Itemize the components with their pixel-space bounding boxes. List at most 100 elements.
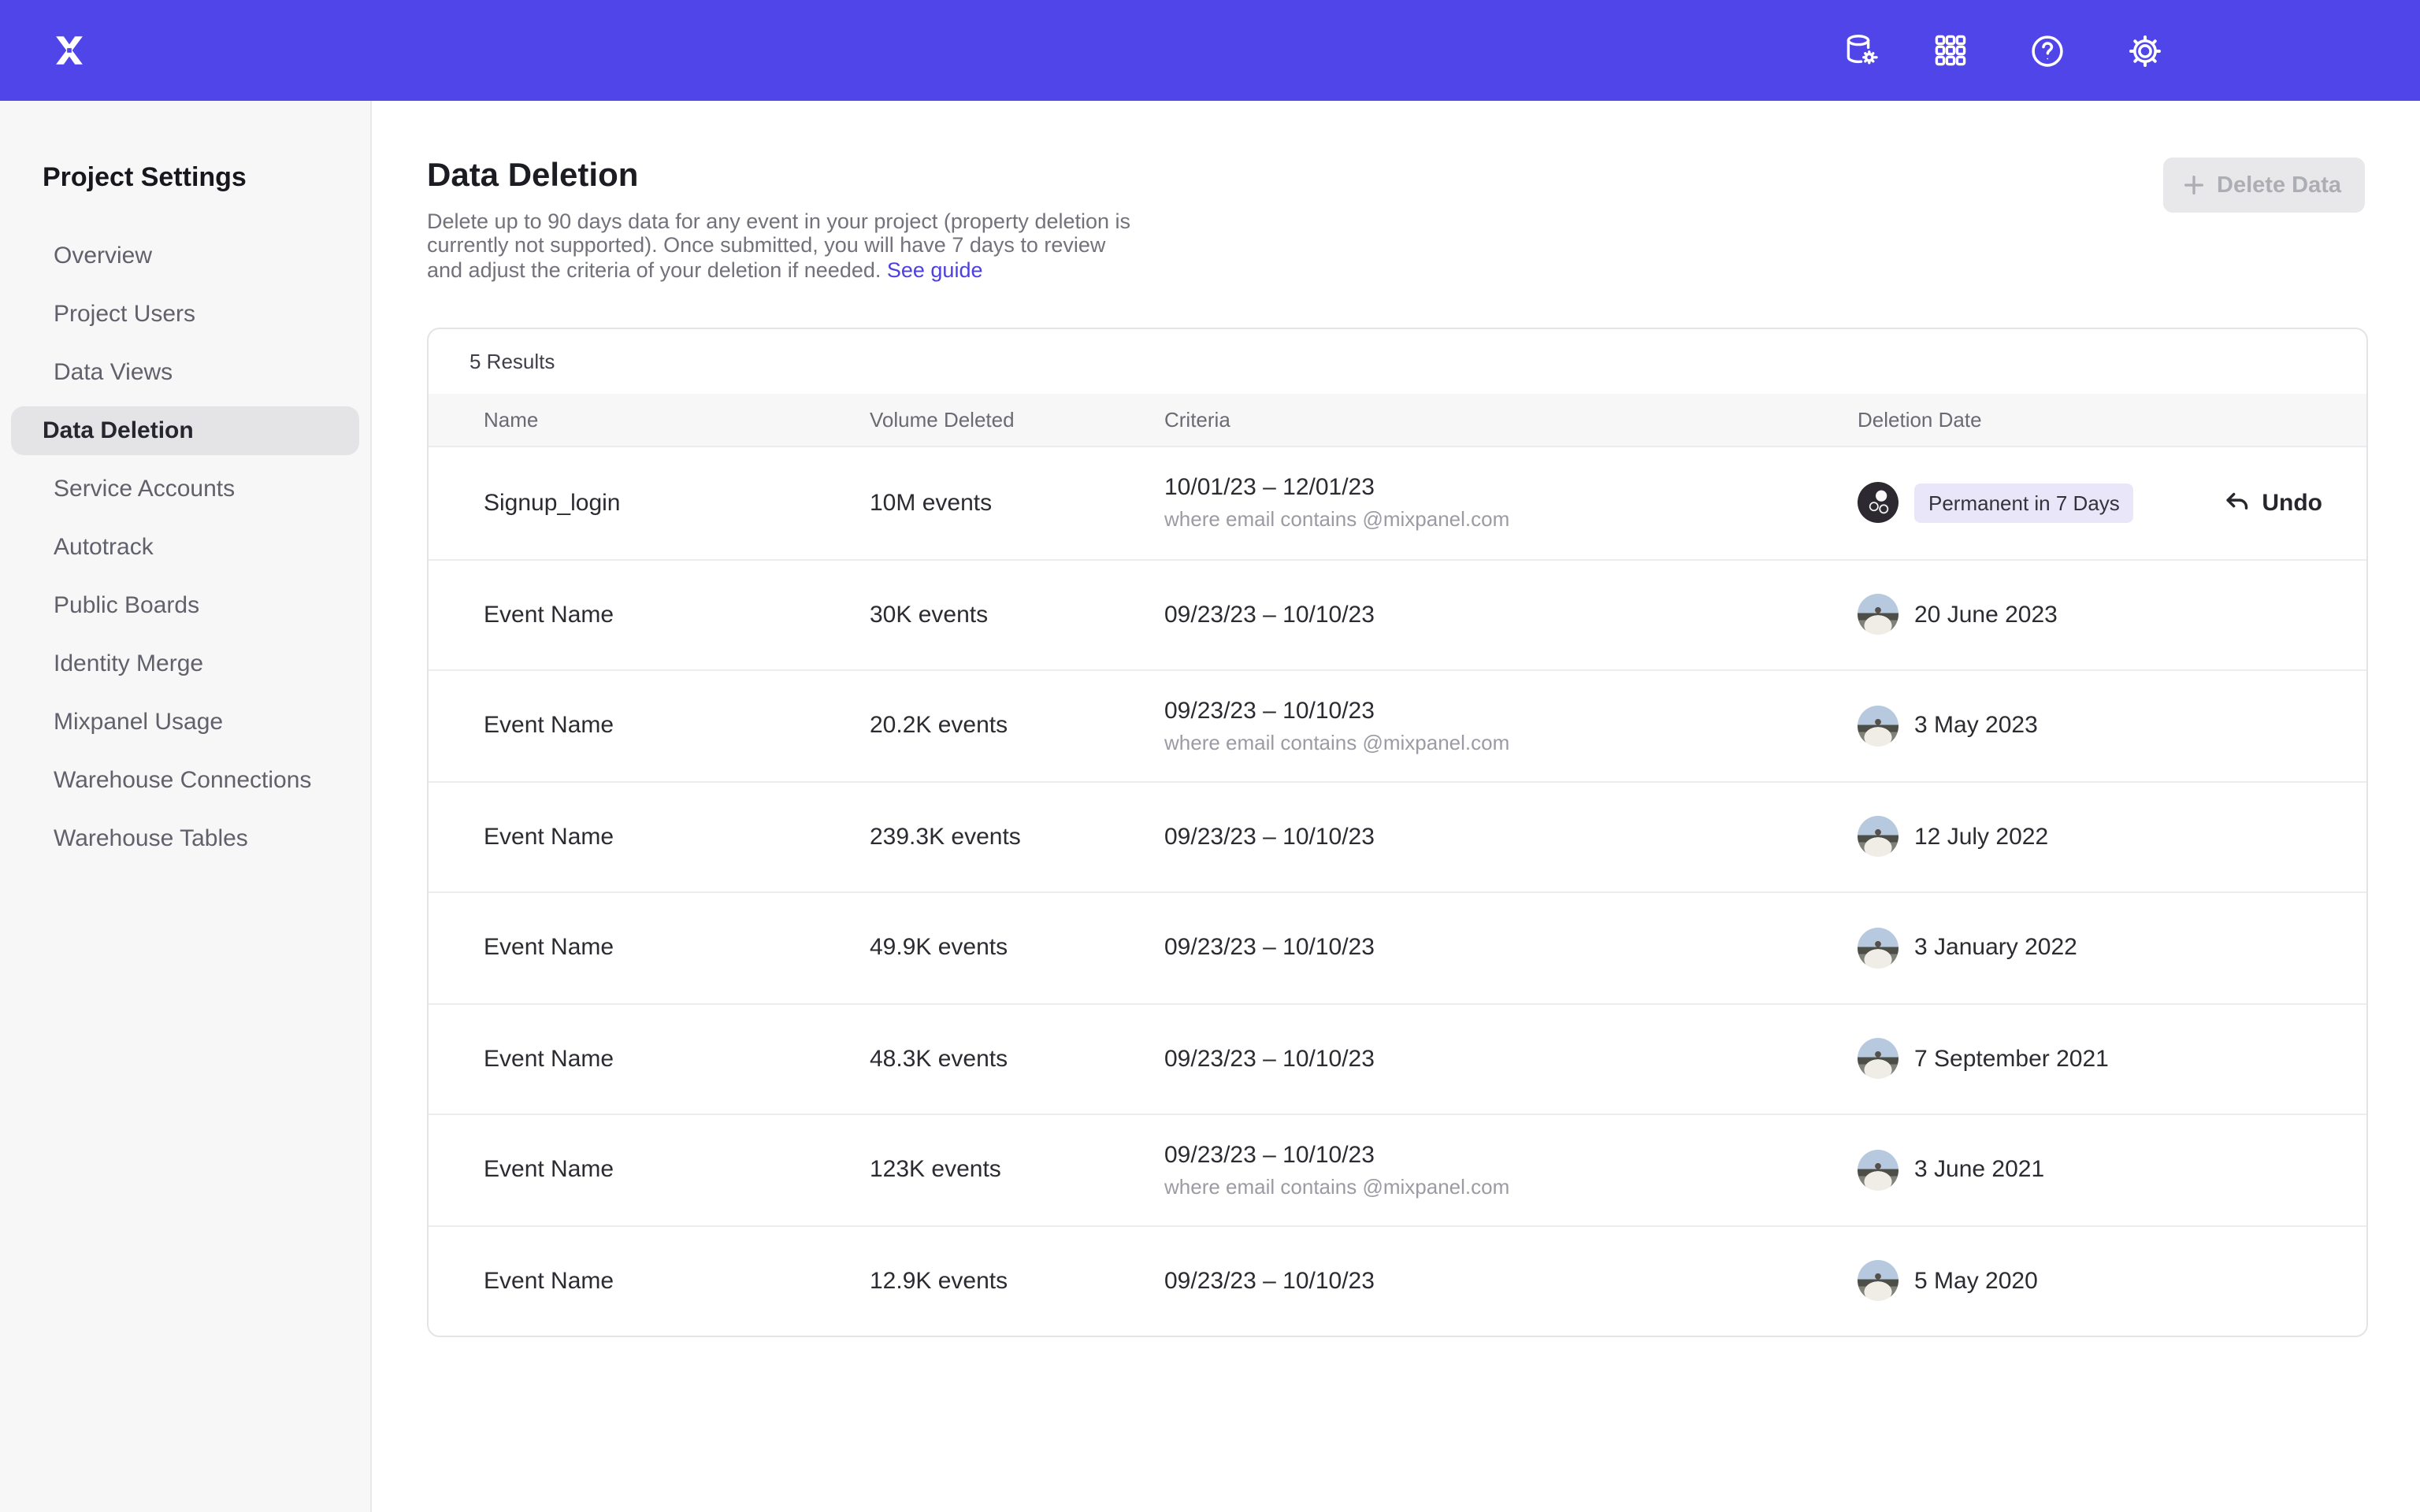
- avatar: [1858, 1261, 1899, 1302]
- criteria-range: 10/01/23 – 12/01/23: [1164, 475, 1858, 502]
- criteria-range: 09/23/23 – 10/10/23: [1164, 824, 1858, 850]
- table-row: Event Name 20.2K events 09/23/23 – 10/10…: [429, 669, 2366, 780]
- row-name: Event Name: [484, 602, 870, 628]
- deletion-date-text: 3 January 2022: [1914, 935, 2077, 962]
- sidebar-nav: Overview Project Users Data Views Data D…: [0, 227, 370, 868]
- sidebar-item-project-users[interactable]: Project Users: [11, 285, 359, 343]
- criteria-range: 09/23/23 – 10/10/23: [1164, 602, 1858, 628]
- table-row: Event Name 123K events 09/23/23 – 10/10/…: [429, 1114, 2366, 1225]
- row-name: Event Name: [484, 1268, 870, 1295]
- topbar: [0, 0, 2420, 101]
- undo-button-label: Undo: [2262, 490, 2322, 517]
- row-name: Event Name: [484, 1157, 870, 1184]
- row-deletion-date: 3 May 2023: [1858, 706, 2366, 747]
- plus-icon: [2182, 173, 2206, 197]
- row-volume: 20.2K events: [870, 713, 1164, 739]
- row-deletion-date: 3 January 2022: [1858, 928, 2366, 969]
- column-header-name: Name: [484, 408, 870, 432]
- criteria-range: 09/23/23 – 10/10/23: [1164, 1268, 1858, 1295]
- row-deletion-date: 7 September 2021: [1858, 1039, 2366, 1080]
- column-header-deletion-date: Deletion Date: [1858, 408, 2366, 432]
- table-row: Signup_login 10M events 10/01/23 – 12/01…: [429, 447, 2366, 558]
- deletion-date-text: 3 June 2021: [1914, 1157, 2044, 1184]
- deletion-date-text: 20 June 2023: [1914, 602, 2058, 628]
- sidebar-item-public-boards[interactable]: Public Boards: [11, 576, 359, 635]
- mixpanel-x-logo-icon: [49, 30, 90, 71]
- row-name: Signup_login: [484, 490, 870, 517]
- row-criteria: 10/01/23 – 12/01/23 where email contains…: [1164, 475, 1858, 532]
- table-header: Name Volume Deleted Criteria Deletion Da…: [429, 394, 2366, 447]
- row-deletion-date: 3 June 2021: [1858, 1150, 2366, 1191]
- results-count: 5 Results: [429, 329, 2366, 394]
- row-criteria: 09/23/23 – 10/10/23 where email contains…: [1164, 1142, 1858, 1199]
- avatar: [1858, 817, 1899, 858]
- table-row: Event Name 48.3K events 09/23/23 – 10/10…: [429, 1002, 2366, 1114]
- row-volume: 30K events: [870, 602, 1164, 628]
- row-deletion-date: 12 July 2022: [1858, 817, 2366, 858]
- table-row: Event Name 239.3K events 09/23/23 – 10/1…: [429, 780, 2366, 891]
- row-volume: 12.9K events: [870, 1268, 1164, 1295]
- deletion-date-text: 7 September 2021: [1914, 1046, 2109, 1073]
- row-criteria: 09/23/23 – 10/10/23 where email contains…: [1164, 698, 1858, 754]
- data-management-icon[interactable]: [1832, 22, 1889, 79]
- undo-arrow-icon: [2222, 489, 2251, 517]
- avatar: [1858, 595, 1899, 636]
- row-name: Event Name: [484, 1046, 870, 1073]
- avatar: [1858, 1150, 1899, 1191]
- apps-grid-icon[interactable]: [1922, 22, 1979, 79]
- undo-button[interactable]: Undo: [2222, 489, 2322, 517]
- criteria-filter: where email contains @mixpanel.com: [1164, 508, 1858, 532]
- table-row: Event Name 30K events 09/23/23 – 10/10/2…: [429, 558, 2366, 669]
- mixpanel-logo[interactable]: [47, 28, 91, 72]
- settings-gear-icon[interactable]: [2116, 22, 2173, 79]
- row-volume: 49.9K events: [870, 935, 1164, 962]
- avatar: [1858, 483, 1899, 524]
- sidebar: Project Settings Overview Project Users …: [0, 101, 372, 1512]
- criteria-filter: where email contains @mixpanel.com: [1164, 731, 1858, 754]
- criteria-range: 09/23/23 – 10/10/23: [1164, 698, 1858, 724]
- avatar: [1858, 706, 1899, 747]
- row-deletion-date: 20 June 2023: [1858, 595, 2366, 636]
- sidebar-item-warehouse-tables[interactable]: Warehouse Tables: [11, 810, 359, 868]
- sidebar-item-overview[interactable]: Overview: [11, 227, 359, 285]
- row-volume: 123K events: [870, 1157, 1164, 1184]
- sidebar-item-data-views[interactable]: Data Views: [11, 343, 359, 402]
- sidebar-item-warehouse-connections[interactable]: Warehouse Connections: [11, 751, 359, 810]
- sidebar-item-autotrack[interactable]: Autotrack: [11, 518, 359, 576]
- avatar: [1858, 928, 1899, 969]
- deletion-date-text: 5 May 2020: [1914, 1268, 2038, 1295]
- criteria-range: 09/23/23 – 10/10/23: [1164, 935, 1858, 962]
- table-row: Event Name 12.9K events 09/23/23 – 10/10…: [429, 1225, 2366, 1336]
- table-row: Event Name 49.9K events 09/23/23 – 10/10…: [429, 891, 2366, 1002]
- deletion-date-text: 12 July 2022: [1914, 824, 2048, 850]
- criteria-filter: where email contains @mixpanel.com: [1164, 1175, 1858, 1199]
- delete-data-button-label: Delete Data: [2217, 172, 2341, 198]
- avatar: [1858, 1039, 1899, 1080]
- see-guide-link[interactable]: See guide: [887, 258, 983, 281]
- delete-data-button[interactable]: Delete Data: [2163, 158, 2365, 213]
- row-criteria: 09/23/23 – 10/10/23: [1164, 1268, 1858, 1295]
- row-criteria: 09/23/23 – 10/10/23: [1164, 824, 1858, 850]
- criteria-range: 09/23/23 – 10/10/23: [1164, 1142, 1858, 1169]
- sidebar-item-service-accounts[interactable]: Service Accounts: [11, 460, 359, 518]
- column-header-criteria: Criteria: [1164, 408, 1858, 432]
- row-criteria: 09/23/23 – 10/10/23: [1164, 1046, 1858, 1073]
- status-badge: Permanent in 7 Days: [1914, 484, 2134, 523]
- help-icon[interactable]: [2018, 22, 2075, 79]
- page-header: Data Deletion Delete up to 90 days data …: [427, 158, 1136, 282]
- sidebar-item-mixpanel-usage[interactable]: Mixpanel Usage: [11, 693, 359, 751]
- app-root: Project Settings Overview Project Users …: [0, 0, 2420, 1512]
- page-description-text: Delete up to 90 days data for any event …: [427, 209, 1130, 281]
- row-deletion-date: Permanent in 7 Days Undo: [1858, 483, 2366, 524]
- deletion-table-card: 5 Results Name Volume Deleted Criteria D…: [427, 328, 2368, 1337]
- row-volume: 239.3K events: [870, 824, 1164, 850]
- sidebar-item-identity-merge[interactable]: Identity Merge: [11, 635, 359, 693]
- deletion-date-text: 3 May 2023: [1914, 713, 2038, 739]
- row-criteria: 09/23/23 – 10/10/23: [1164, 602, 1858, 628]
- criteria-range: 09/23/23 – 10/10/23: [1164, 1046, 1858, 1073]
- sidebar-item-data-deletion[interactable]: Data Deletion: [11, 406, 359, 455]
- row-name: Event Name: [484, 935, 870, 962]
- page-title: Data Deletion: [427, 158, 1136, 195]
- row-deletion-date: 5 May 2020: [1858, 1261, 2366, 1302]
- row-volume: 10M events: [870, 490, 1164, 517]
